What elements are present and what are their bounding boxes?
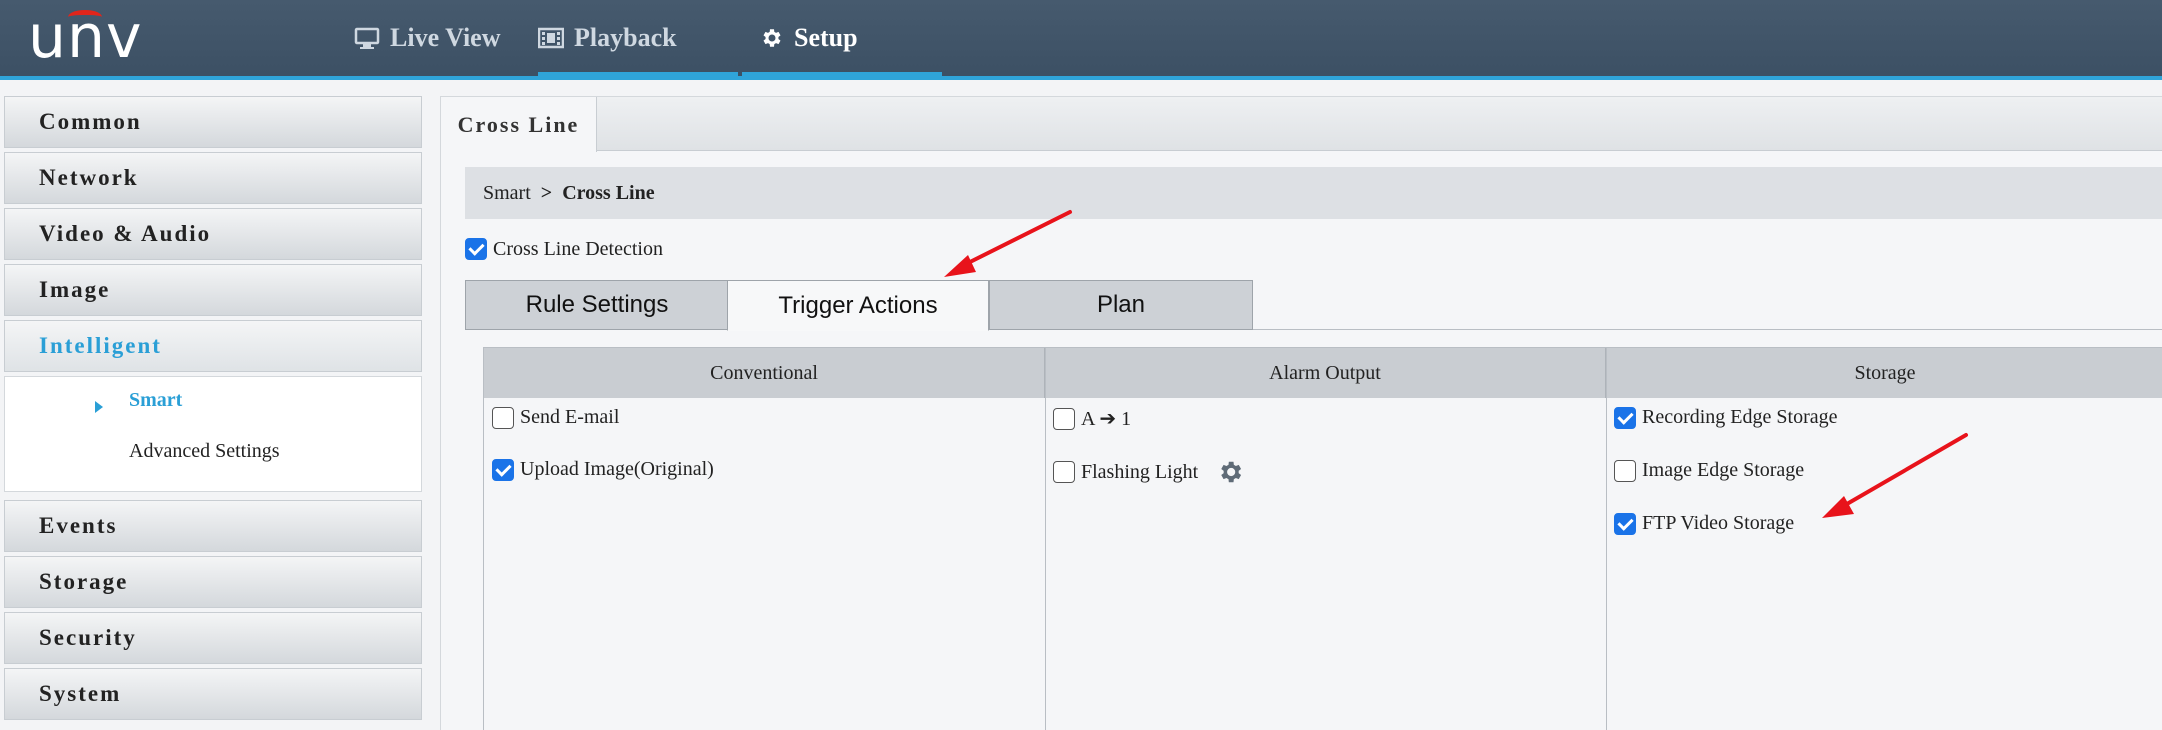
nav-playback-label: Playback xyxy=(574,23,677,52)
alarm-output-1-label: A ➔ 1 xyxy=(1081,408,1132,430)
app-window: unv Live View Playback Setup Common Netw… xyxy=(0,0,2162,730)
tab-rule-settings[interactable]: Rule Settings xyxy=(465,280,729,330)
sidebar-item-label: System xyxy=(39,681,122,706)
sidebar-subitem-smart[interactable]: Smart xyxy=(129,389,182,412)
nav-setup[interactable]: Setup xyxy=(758,0,948,76)
option-alarm-output-1[interactable]: A ➔ 1 xyxy=(1053,406,1131,431)
flashing-light-label: Flashing Light xyxy=(1081,460,1199,483)
send-email-checkbox[interactable] xyxy=(492,406,514,429)
sidebar-item-intelligent[interactable]: Intelligent xyxy=(4,320,422,372)
sidebar: Common Network Video & Audio Image Intel… xyxy=(4,96,422,730)
sidebar-item-label: Common xyxy=(39,109,142,134)
gear-icon xyxy=(763,29,781,47)
sidebar-submenu-intelligent: Smart Advanced Settings xyxy=(4,376,422,492)
nav-live-view-label: Live View xyxy=(390,23,501,52)
option-ftp-video-storage[interactable]: FTP Video Storage xyxy=(1614,512,1794,535)
film-icon xyxy=(538,27,564,49)
image-edge-storage-checkbox[interactable] xyxy=(1614,459,1636,482)
sidebar-subitem-advanced-settings[interactable]: Advanced Settings xyxy=(129,440,280,463)
trigger-actions-grid: Conventional Alarm Output Storage Send E… xyxy=(483,347,2162,730)
cross-line-detection-label: Cross Line Detection xyxy=(493,237,663,260)
main-tab-bar: Cross Line xyxy=(441,97,2162,152)
column-header-conventional: Conventional xyxy=(484,348,1045,398)
recording-edge-storage-checkbox[interactable] xyxy=(1614,406,1636,429)
sidebar-item-label: Network xyxy=(39,165,139,190)
tab-trigger-actions[interactable]: Trigger Actions xyxy=(727,280,989,331)
sidebar-item-label: Storage xyxy=(39,569,129,594)
option-image-edge-storage[interactable]: Image Edge Storage xyxy=(1614,459,1804,482)
tab-cross-line[interactable]: Cross Line xyxy=(441,97,597,152)
sidebar-item-label: Security xyxy=(39,625,137,650)
column-header-alarm-output: Alarm Output xyxy=(1045,348,1606,398)
sidebar-item-network[interactable]: Network xyxy=(4,152,422,204)
flashing-light-checkbox[interactable] xyxy=(1053,461,1075,483)
option-send-email[interactable]: Send E-mail xyxy=(492,406,619,429)
sidebar-item-label: Intelligent xyxy=(39,333,162,358)
column-divider xyxy=(1045,348,1046,730)
image-edge-storage-label: Image Edge Storage xyxy=(1642,459,1805,481)
ftp-video-storage-label: FTP Video Storage xyxy=(1642,512,1795,534)
sidebar-item-label: Events xyxy=(39,513,118,538)
flashing-light-settings-gear-icon[interactable] xyxy=(1216,458,1244,486)
nav-playback[interactable]: Playback xyxy=(538,0,738,76)
caret-right-icon xyxy=(95,401,103,413)
top-bar-accent-line xyxy=(0,76,2162,80)
sidebar-item-security[interactable]: Security xyxy=(4,612,422,664)
unv-logo: unv xyxy=(28,6,144,68)
cross-line-detection-checkbox[interactable] xyxy=(465,238,487,260)
sidebar-item-system[interactable]: System xyxy=(4,668,422,720)
tab-plan[interactable]: Plan xyxy=(989,280,1253,330)
sidebar-item-image[interactable]: Image xyxy=(4,264,422,316)
column-divider xyxy=(1606,348,1607,730)
sidebar-item-label: Video & Audio xyxy=(39,221,212,246)
breadcrumb: Smart > Cross Line xyxy=(465,167,2162,219)
upload-image-label: Upload Image(Original) xyxy=(520,458,714,480)
option-upload-image[interactable]: Upload Image(Original) xyxy=(492,458,714,481)
settings-tabs: Rule Settings Trigger Actions Plan xyxy=(465,280,2162,331)
sidebar-item-video-audio[interactable]: Video & Audio xyxy=(4,208,422,260)
sidebar-item-label: Image xyxy=(39,277,111,302)
breadcrumb-separator: > xyxy=(540,181,553,204)
cross-line-detection-row[interactable]: Cross Line Detection xyxy=(465,234,663,264)
breadcrumb-current: Cross Line xyxy=(562,181,655,204)
send-email-label: Send E-mail xyxy=(520,406,620,428)
breadcrumb-parent[interactable]: Smart xyxy=(483,182,531,205)
sidebar-item-storage[interactable]: Storage xyxy=(4,556,422,608)
column-header-storage: Storage xyxy=(1606,348,2162,398)
sidebar-item-common[interactable]: Common xyxy=(4,96,422,148)
top-bar: unv Live View Playback Setup xyxy=(0,0,2162,76)
recording-edge-storage-label: Recording Edge Storage xyxy=(1642,406,1838,428)
option-recording-edge-storage[interactable]: Recording Edge Storage xyxy=(1614,406,1838,429)
nav-setup-label: Setup xyxy=(794,23,858,52)
upload-image-checkbox[interactable] xyxy=(492,458,514,481)
alarm-output-1-checkbox[interactable] xyxy=(1053,407,1075,430)
ftp-video-storage-checkbox[interactable] xyxy=(1614,512,1636,535)
option-flashing-light[interactable]: Flashing Light xyxy=(1053,458,1244,486)
main-panel: Cross Line Smart > Cross Line Cross Line… xyxy=(440,96,2162,730)
nav-live-view[interactable]: Live View xyxy=(354,0,544,76)
monitor-icon xyxy=(354,27,380,49)
sidebar-item-events[interactable]: Events xyxy=(4,500,422,552)
logo-arc xyxy=(68,10,102,24)
